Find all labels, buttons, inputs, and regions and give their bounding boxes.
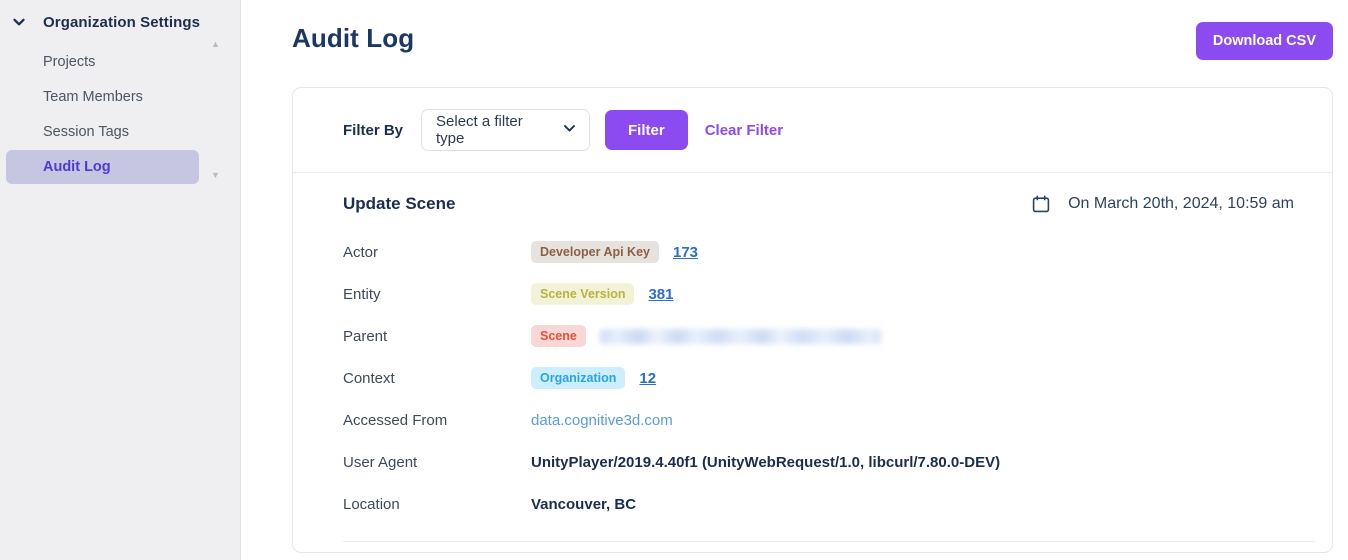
accessed-from-link[interactable]: data.cognitive3d.com: [531, 412, 673, 429]
filter-type-select[interactable]: Select a filter type: [421, 109, 591, 151]
entity-id-link[interactable]: 381: [648, 286, 673, 303]
row-value: Scene Version 381: [531, 282, 674, 306]
filter-button[interactable]: Filter: [605, 110, 688, 150]
row-label: Parent: [343, 327, 388, 345]
entity-type-badge: Scene Version: [531, 282, 635, 306]
row-parent: Parent Scene: [343, 315, 1294, 357]
row-label: Location: [343, 495, 400, 513]
row-label: Context: [343, 369, 395, 387]
chevron-down-icon: [563, 124, 576, 136]
filter-type-select-value: Select a filter type: [436, 113, 523, 147]
clear-filter-button[interactable]: Clear Filter: [705, 122, 783, 139]
row-value: Developer Api Key 173: [531, 240, 698, 264]
page-title: Audit Log: [292, 23, 415, 53]
audit-entry-date: On March 20th, 2024, 10:59 am: [1032, 195, 1294, 213]
audit-log-card: Filter By Select a filter type Filter Cl…: [292, 87, 1333, 553]
row-label: User Agent: [343, 453, 418, 471]
sidebar: Organization Settings Projects Team Memb…: [0, 0, 241, 560]
location-value: Vancouver, BC: [531, 495, 637, 513]
calendar-icon: [1032, 195, 1050, 213]
audit-entry-header: Update Scene On March 20th, 2024, 10:59 …: [343, 194, 1294, 214]
context-id-link[interactable]: 12: [639, 370, 656, 387]
row-user-agent: User Agent UnityPlayer/2019.4.40f1 (Unit…: [343, 441, 1294, 483]
row-value: Organization 12: [531, 366, 656, 390]
row-value: Scene: [531, 324, 881, 348]
page-header: Audit Log Download CSV: [241, 0, 1348, 60]
sidebar-item-team-members[interactable]: Team Members: [6, 80, 199, 114]
sidebar-org-header[interactable]: Organization Settings: [0, 0, 240, 44]
row-location: Location Vancouver, BC: [343, 483, 1294, 525]
row-value: data.cognitive3d.com: [531, 412, 673, 429]
chevron-down-icon[interactable]: [7, 10, 31, 34]
entry-divider: [343, 541, 1315, 542]
sidebar-item-session-tags[interactable]: Session Tags: [6, 115, 199, 149]
actor-type-badge: Developer Api Key: [531, 240, 659, 264]
audit-entry-date-text: On March 20th, 2024, 10:59 am: [1068, 195, 1294, 212]
user-agent-value: UnityPlayer/2019.4.40f1 (UnityWebRequest…: [531, 453, 1001, 471]
filter-by-label: Filter By: [343, 121, 404, 139]
audit-entry: Update Scene On March 20th, 2024, 10:59 …: [293, 173, 1332, 525]
row-actor: Actor Developer Api Key 173: [343, 231, 1294, 273]
audit-entry-title: Update Scene: [343, 194, 456, 213]
app-root: Organization Settings Projects Team Memb…: [0, 0, 1348, 560]
row-label: Actor: [343, 243, 379, 261]
row-entity: Entity Scene Version 381: [343, 273, 1294, 315]
row-accessed-from: Accessed From data.cognitive3d.com: [343, 399, 1294, 441]
sidebar-nav: Projects Team Members Session Tags Audit…: [0, 45, 240, 184]
sidebar-item-audit-log[interactable]: Audit Log: [6, 150, 199, 184]
row-label: Accessed From: [343, 411, 448, 429]
sidebar-item-projects[interactable]: Projects: [6, 45, 199, 79]
audit-entry-rows: Actor Developer Api Key 173 Entity Scene…: [343, 231, 1294, 525]
sidebar-org-title: Organization Settings: [43, 13, 201, 31]
parent-id-redacted[interactable]: [599, 328, 881, 344]
scroll-down-icon[interactable]: ▼: [210, 171, 221, 180]
row-context: Context Organization 12: [343, 357, 1294, 399]
download-csv-button[interactable]: Download CSV: [1195, 22, 1333, 60]
context-type-badge: Organization: [531, 366, 626, 390]
actor-id-link[interactable]: 173: [673, 244, 698, 261]
row-value: Vancouver, BC: [531, 496, 636, 513]
row-label: Entity: [343, 285, 381, 303]
main-content: Audit Log Download CSV Filter By Select …: [241, 0, 1348, 560]
scroll-up-icon[interactable]: ▲: [210, 40, 221, 49]
parent-type-badge: Scene: [531, 324, 586, 348]
row-value: UnityPlayer/2019.4.40f1 (UnityWebRequest…: [531, 454, 1000, 471]
filter-bar: Filter By Select a filter type Filter Cl…: [293, 88, 1332, 173]
